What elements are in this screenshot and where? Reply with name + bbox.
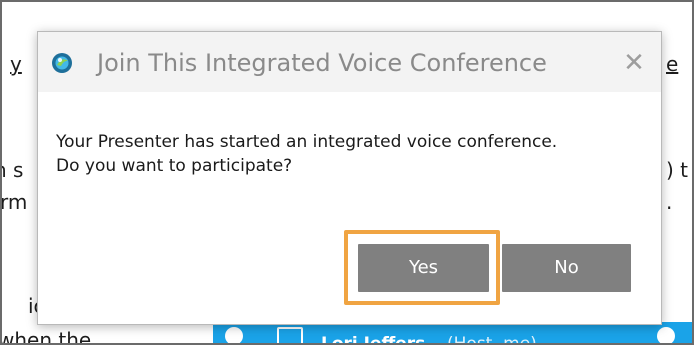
headset-icon (225, 327, 243, 343)
screen-share-icon (277, 327, 303, 343)
dialog-title: Join This Integrated Voice Conference (97, 49, 547, 77)
dialog-message: Your Presenter has started an integrated… (56, 130, 557, 178)
participant-role: (Host, me) (447, 334, 537, 345)
background-text-line: rm (0, 190, 28, 214)
yes-button[interactable]: Yes (358, 244, 489, 292)
background-text-line: ) t (666, 158, 689, 182)
app-logo-icon (52, 53, 72, 73)
no-button[interactable]: No (502, 244, 631, 292)
dialog-message-line: Do you want to participate? (56, 156, 293, 176)
join-voice-conference-dialog: Join This Integrated Voice Conference ✕ … (37, 31, 662, 325)
background-text-line: y (10, 52, 22, 76)
dialog-message-line: Your Presenter has started an integrated… (56, 132, 558, 152)
background-text-line: e (666, 52, 679, 76)
background-text-line: . (666, 190, 673, 214)
expand-icon[interactable] (657, 327, 675, 343)
background-text-line: when the (0, 328, 92, 345)
dialog-titlebar: Join This Integrated Voice Conference ✕ (38, 32, 661, 92)
participant-bar[interactable]: Lori Jeffers (Host, me) (213, 322, 692, 345)
background-text-line: n s (2, 158, 24, 182)
participant-name: Lori Jeffers (321, 334, 426, 345)
close-icon[interactable]: ✕ (617, 46, 651, 80)
